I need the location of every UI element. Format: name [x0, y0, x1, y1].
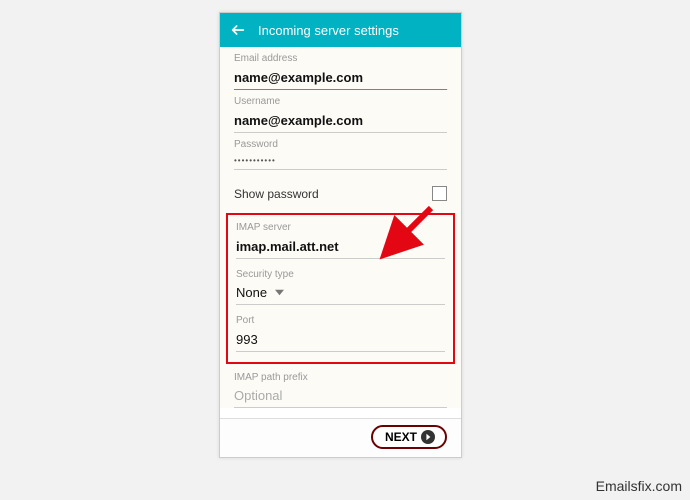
- security-type-field[interactable]: Security type None: [236, 269, 445, 305]
- username-value: name@example.com: [234, 110, 447, 133]
- settings-screen: Incoming server settings Email address n…: [219, 12, 462, 458]
- next-arrow-icon: [421, 430, 435, 444]
- imap-server-label: IMAP server: [236, 222, 445, 233]
- header-bar: Incoming server settings: [220, 13, 461, 47]
- port-label: Port: [236, 315, 445, 326]
- show-password-label: Show password: [234, 187, 319, 201]
- security-type-value: None: [236, 285, 267, 300]
- dropdown-icon: [275, 285, 284, 300]
- footer-bar: NEXT: [220, 418, 461, 457]
- path-prefix-label: IMAP path prefix: [234, 372, 447, 383]
- path-prefix-placeholder: Optional: [234, 386, 447, 408]
- username-field[interactable]: Username name@example.com: [234, 96, 447, 133]
- imap-server-field[interactable]: IMAP server imap.mail.att.net: [236, 222, 445, 259]
- email-label: Email address: [234, 53, 447, 64]
- username-label: Username: [234, 96, 447, 107]
- email-value: name@example.com: [234, 67, 447, 90]
- back-icon[interactable]: [230, 22, 246, 38]
- form-content: Email address name@example.com Username …: [220, 47, 461, 408]
- next-label: NEXT: [385, 430, 417, 444]
- port-value: 993: [236, 329, 445, 352]
- imap-server-value: imap.mail.att.net: [236, 236, 445, 259]
- header-title: Incoming server settings: [258, 23, 399, 38]
- imap-path-prefix-field[interactable]: IMAP path prefix Optional: [234, 372, 447, 408]
- email-field[interactable]: Email address name@example.com: [234, 53, 447, 90]
- password-label: Password: [234, 139, 447, 150]
- password-field[interactable]: Password •••••••••••: [234, 139, 447, 170]
- show-password-row: Show password: [234, 176, 447, 213]
- port-field[interactable]: Port 993: [236, 315, 445, 352]
- highlight-box: IMAP server imap.mail.att.net Security t…: [226, 213, 455, 364]
- next-button[interactable]: NEXT: [371, 425, 447, 449]
- watermark: Emailsfix.com: [596, 478, 682, 494]
- password-value: •••••••••••: [234, 153, 447, 170]
- show-password-checkbox[interactable]: [432, 186, 447, 201]
- security-type-label: Security type: [236, 269, 445, 280]
